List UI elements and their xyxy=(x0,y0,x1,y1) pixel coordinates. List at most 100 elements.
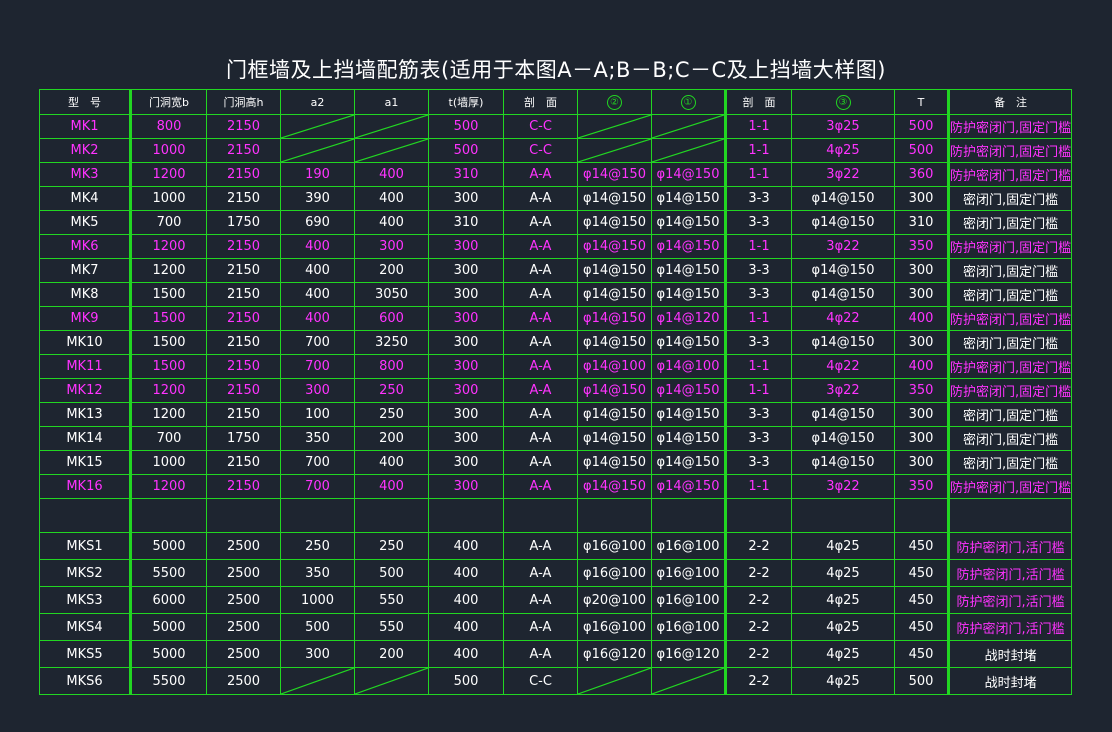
cell-door-width: 6000 xyxy=(130,586,207,614)
table-row: MK5 700 1750 690 400 310 A-A φ14@150 φ14@150 3-3 φ… xyxy=(39,210,1073,235)
header-door-height: 门洞高h xyxy=(206,89,281,115)
cell-door-width: 1200 xyxy=(130,258,207,283)
cell-rebar-2: φ16@100 xyxy=(577,613,652,641)
diagonal-strike xyxy=(281,668,354,694)
blank-cell xyxy=(280,498,355,533)
cell-rebar-3: 3φ25 xyxy=(791,114,895,139)
table-row: MKS1 5000 2500 250 250 400 A-A φ16@100 φ16@100 2-… xyxy=(39,532,1073,560)
cell-door-height: 2150 xyxy=(206,474,281,499)
blank-row xyxy=(39,498,1073,533)
cell-remark: 防护密闭门,活门槛 xyxy=(946,613,1073,641)
cell-rebar-2 xyxy=(577,138,652,163)
cell-door-height: 2150 xyxy=(206,234,281,259)
cell-section: A-A xyxy=(503,306,578,331)
blank-cell xyxy=(724,498,792,533)
cell-section-2: 1-1 xyxy=(724,474,792,499)
cell-t-value: 300 xyxy=(894,402,949,427)
cell-rebar-1 xyxy=(651,114,726,139)
cell-rebar-1: φ14@150 xyxy=(651,282,726,307)
table-row: MK6 1200 2150 400 300 300 A-A φ14@150 φ14@150 1-1… xyxy=(39,234,1073,259)
cell-t-value: 350 xyxy=(894,234,949,259)
cell-remark: 密闭门,固定门槛 xyxy=(946,210,1073,235)
cell-a2: 700 xyxy=(280,474,355,499)
cell-rebar-1: φ14@100 xyxy=(651,354,726,379)
cell-a1: 250 xyxy=(354,402,429,427)
cell-rebar-1: φ14@150 xyxy=(651,450,726,475)
cell-section-2: 3-3 xyxy=(724,426,792,451)
cell-a1: 550 xyxy=(354,586,429,614)
table-row: MK7 1200 2150 400 200 300 A-A φ14@150 φ14@150 3-3… xyxy=(39,258,1073,283)
cell-a2: 300 xyxy=(280,378,355,403)
cell-remark: 防护密闭门,固定门槛 xyxy=(946,354,1073,379)
cell-type: MK10 xyxy=(39,330,132,355)
table-row: MK1 800 2150 500 C-C 1-1 3φ25 500 防护密闭门,固定门槛 xyxy=(39,114,1073,139)
cell-wall-thickness: 310 xyxy=(428,210,504,235)
cell-section: A-A xyxy=(503,234,578,259)
cell-a1: 400 xyxy=(354,450,429,475)
cell-a1: 3250 xyxy=(354,330,429,355)
cell-door-height: 2150 xyxy=(206,282,281,307)
cell-t-value: 500 xyxy=(894,138,949,163)
table-row: MK15 1000 2150 700 400 300 A-A φ14@150 φ14@150 3-… xyxy=(39,450,1073,475)
cell-rebar-2: φ14@150 xyxy=(577,330,652,355)
cell-a1: 400 xyxy=(354,186,429,211)
cell-rebar-2: φ16@100 xyxy=(577,532,652,560)
cell-remark: 密闭门,固定门槛 xyxy=(946,186,1073,211)
cell-rebar-1: φ14@150 xyxy=(651,378,726,403)
cell-section-2: 3-3 xyxy=(724,402,792,427)
cell-a1 xyxy=(354,138,429,163)
cell-rebar-2: φ20@100 xyxy=(577,586,652,614)
table-row: MKS6 5500 2500 500 C-C 2-2 4φ25 500 战时封堵 xyxy=(39,667,1073,695)
cell-section-2: 3-3 xyxy=(724,282,792,307)
header-type: 型 号 xyxy=(39,89,132,115)
cell-rebar-1: φ16@100 xyxy=(651,559,726,587)
cell-door-width: 1200 xyxy=(130,162,207,187)
table-row: MK9 1500 2150 400 600 300 A-A φ14@150 φ14@120 1-1… xyxy=(39,306,1073,331)
cell-rebar-2: φ14@150 xyxy=(577,162,652,187)
cell-a1: 250 xyxy=(354,532,429,560)
cell-rebar-1 xyxy=(651,667,726,695)
cell-wall-thickness: 300 xyxy=(428,402,504,427)
cell-type: MKS6 xyxy=(39,667,132,695)
cell-section: C-C xyxy=(503,138,578,163)
cell-a1 xyxy=(354,667,429,695)
cell-rebar-1: φ16@100 xyxy=(651,532,726,560)
cell-type: MK12 xyxy=(39,378,132,403)
cell-section: A-A xyxy=(503,378,578,403)
cell-a1: 600 xyxy=(354,306,429,331)
cell-door-width: 5000 xyxy=(130,613,207,641)
table-row: MK12 1200 2150 300 250 300 A-A φ14@150 φ14@150 1-… xyxy=(39,378,1073,403)
cell-a2: 250 xyxy=(280,532,355,560)
cell-t-value: 450 xyxy=(894,559,949,587)
cell-door-width: 700 xyxy=(130,426,207,451)
cell-remark: 战时封堵 xyxy=(946,640,1073,668)
table-row: MKS4 5000 2500 500 550 400 A-A φ16@100 φ16@100 2-… xyxy=(39,613,1073,641)
cell-a1: 300 xyxy=(354,234,429,259)
cell-rebar-1: φ14@150 xyxy=(651,258,726,283)
cell-rebar-2: φ14@150 xyxy=(577,258,652,283)
header-rebar-3: ③ xyxy=(791,89,895,115)
cell-section: A-A xyxy=(503,354,578,379)
circled-number: ② xyxy=(607,94,622,110)
cell-door-width: 700 xyxy=(130,210,207,235)
cell-section-2: 3-3 xyxy=(724,258,792,283)
cell-wall-thickness: 500 xyxy=(428,138,504,163)
cell-section-2: 1-1 xyxy=(724,306,792,331)
cell-type: MK4 xyxy=(39,186,132,211)
cell-rebar-1: φ14@120 xyxy=(651,306,726,331)
cell-door-height: 2500 xyxy=(206,613,281,641)
cell-t-value: 300 xyxy=(894,330,949,355)
diagonal-strike xyxy=(652,139,724,162)
table-row: MKS5 5000 2500 300 200 400 A-A φ16@120 φ16@120 2-… xyxy=(39,640,1073,668)
cell-rebar-3: φ14@150 xyxy=(791,426,895,451)
cell-wall-thickness: 310 xyxy=(428,162,504,187)
cell-door-height: 2150 xyxy=(206,258,281,283)
cell-section-2: 1-1 xyxy=(724,354,792,379)
cell-a2 xyxy=(280,114,355,139)
cell-door-height: 2150 xyxy=(206,186,281,211)
cell-wall-thickness: 300 xyxy=(428,306,504,331)
cell-door-width: 5500 xyxy=(130,667,207,695)
cell-section-2: 3-3 xyxy=(724,186,792,211)
cell-wall-thickness: 400 xyxy=(428,532,504,560)
cell-section-2: 1-1 xyxy=(724,114,792,139)
